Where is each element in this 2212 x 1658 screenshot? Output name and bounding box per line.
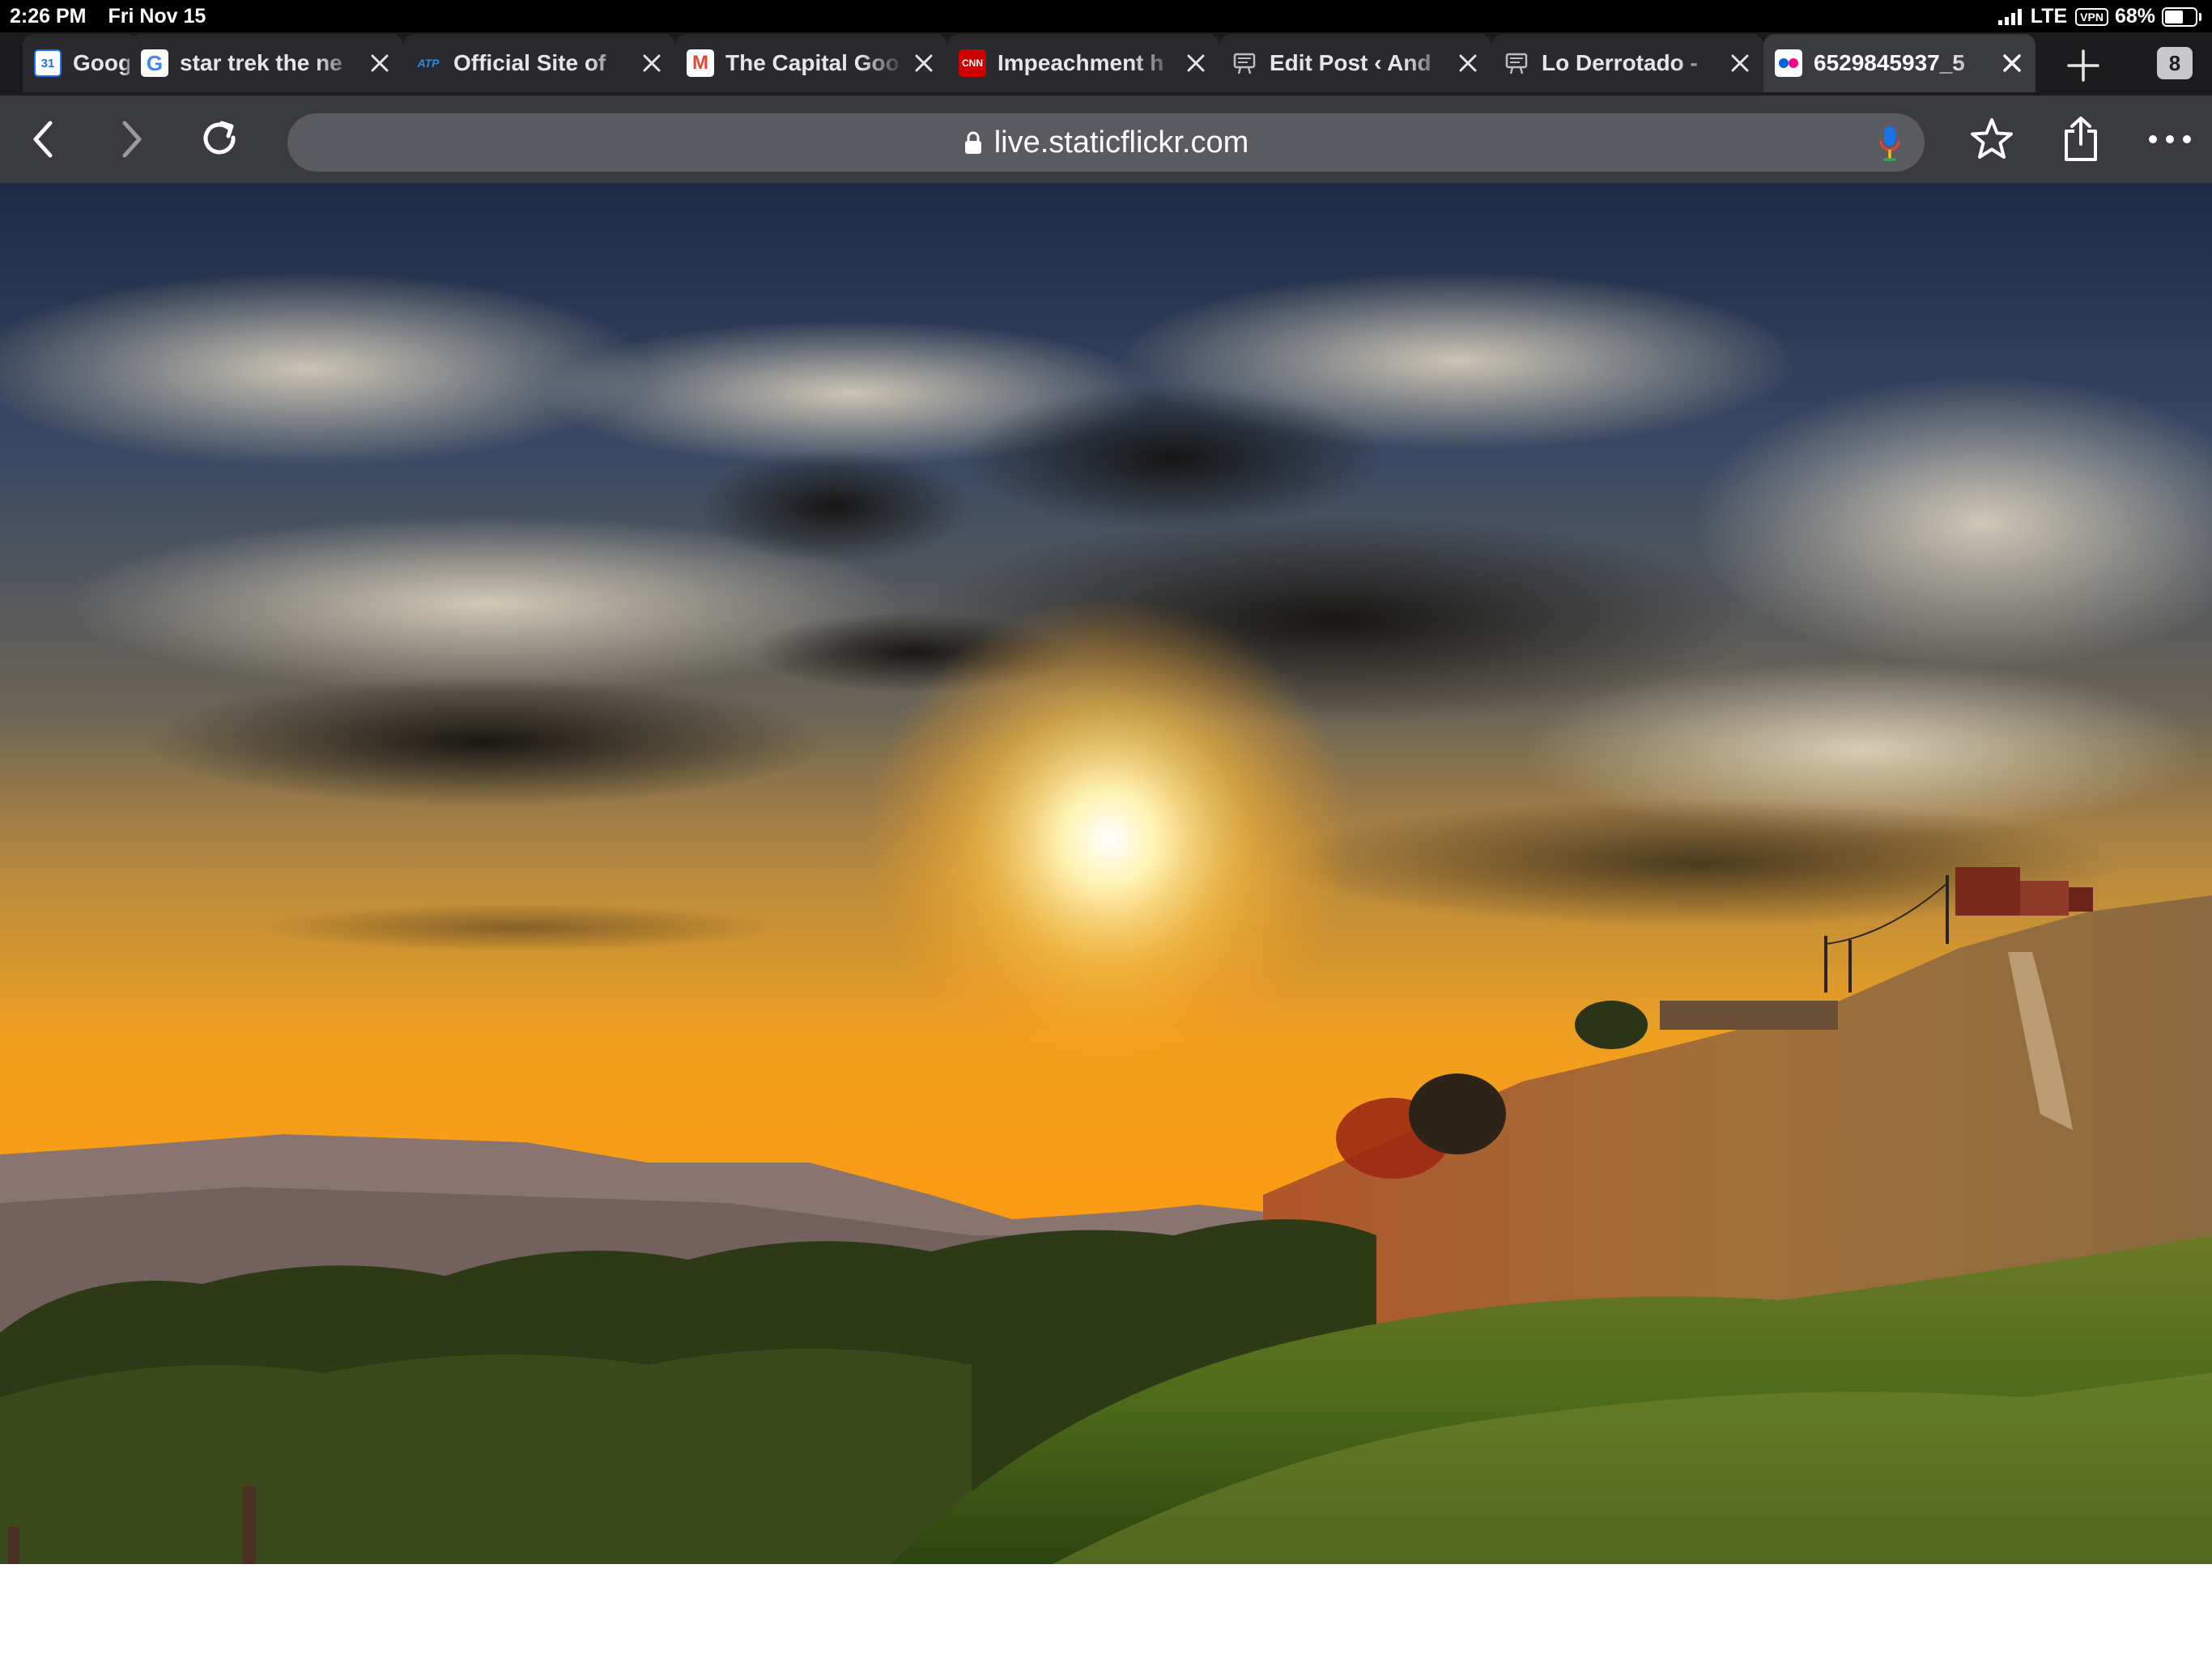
bookmark-button[interactable] <box>1967 115 2016 164</box>
sunset-landscape-image <box>0 183 2212 1564</box>
tab-cnn-impeachment[interactable]: CNN Impeachment h <box>947 34 1219 92</box>
tab-title: Goog <box>73 50 133 75</box>
gmail-icon: M <box>687 49 714 77</box>
status-bar: 2:26 PM Fri Nov 15 LTE VPN 68% <box>0 0 2212 32</box>
battery-fill <box>2165 10 2183 23</box>
new-tab-icon[interactable] <box>2065 47 2102 84</box>
tab-title: star trek the ne <box>180 50 342 75</box>
tab-edit-post[interactable]: Edit Post ‹ And <box>1219 34 1491 92</box>
share-icon <box>2065 117 2097 161</box>
close-icon[interactable] <box>1456 51 1480 75</box>
vpn-badge: VPN <box>2075 7 2108 26</box>
flickr-icon <box>1775 49 1802 77</box>
close-icon[interactable] <box>368 51 392 75</box>
close-icon[interactable] <box>640 51 664 75</box>
tab-bar: 31 Goog G star trek the ne ATP Official … <box>0 32 2212 96</box>
battery-icon <box>2162 6 2201 27</box>
star-icon <box>1971 118 2013 159</box>
tab-gmail[interactable]: M The Capital Goo <box>675 34 947 92</box>
tab-star-trek-search[interactable]: G star trek the ne <box>130 34 403 92</box>
status-right: LTE VPN 68% <box>1997 5 2201 28</box>
reload-icon <box>203 121 236 155</box>
atp-icon: ATP <box>417 57 440 70</box>
back-button[interactable] <box>19 115 68 164</box>
blog-icon <box>1233 53 1256 74</box>
lock-icon <box>964 131 981 154</box>
address-bar[interactable]: live.staticflickr.com <box>287 113 1925 172</box>
tab-title: Impeachment h <box>998 50 1164 75</box>
tab-google-calendar[interactable]: 31 Goog <box>23 34 138 92</box>
chevron-left-icon <box>33 121 53 158</box>
close-icon[interactable] <box>1728 51 1752 75</box>
network-type: LTE <box>2030 5 2068 28</box>
url-text: live.staticflickr.com <box>993 125 1249 159</box>
chevron-right-icon <box>122 121 142 158</box>
close-icon[interactable] <box>2000 51 2024 75</box>
close-icon[interactable] <box>1184 51 1208 75</box>
share-button[interactable] <box>2057 115 2105 164</box>
tab-title: Lo Derrotado - <box>1542 50 1698 75</box>
tab-atp-official-site[interactable]: ATP Official Site of <box>403 34 675 92</box>
page-photo <box>0 183 2212 1564</box>
tab-title: Edit Post ‹ And <box>1270 50 1431 75</box>
tab-title: 6529845937_5 <box>1814 50 1965 75</box>
battery-percent: 68% <box>2114 5 2155 28</box>
google-calendar-icon: 31 <box>34 49 62 77</box>
cellular-signal-icon <box>1997 8 2024 25</box>
address-center: live.staticflickr.com <box>287 113 1925 172</box>
page-blank-area <box>0 1564 2212 1658</box>
status-left: 2:26 PM Fri Nov 15 <box>10 5 206 28</box>
tab-lo-derrotado[interactable]: Lo Derrotado - <box>1491 34 1763 92</box>
tab-title: The Capital Goo <box>725 50 900 75</box>
reload-button[interactable] <box>196 115 245 164</box>
tab-title: Official Site of <box>453 50 606 75</box>
more-icon <box>2149 135 2191 143</box>
tab-switcher-button[interactable]: 8 <box>2157 47 2193 79</box>
status-date: Fri Nov 15 <box>108 5 206 28</box>
more-options-button[interactable] <box>2146 115 2194 164</box>
forward-button[interactable] <box>107 115 155 164</box>
google-icon: G <box>141 49 168 77</box>
microphone-icon[interactable] <box>1878 125 1902 162</box>
cnn-icon: CNN <box>959 49 986 77</box>
close-icon[interactable] <box>912 51 936 75</box>
browser-toolbar: live.staticflickr.com <box>0 96 2212 183</box>
status-time: 2:26 PM <box>10 5 87 28</box>
tab-flickr-photo[interactable]: 6529845937_5 <box>1763 34 2035 92</box>
blog-icon <box>1505 53 1528 74</box>
tab-count-label: 8 <box>2168 50 2181 75</box>
